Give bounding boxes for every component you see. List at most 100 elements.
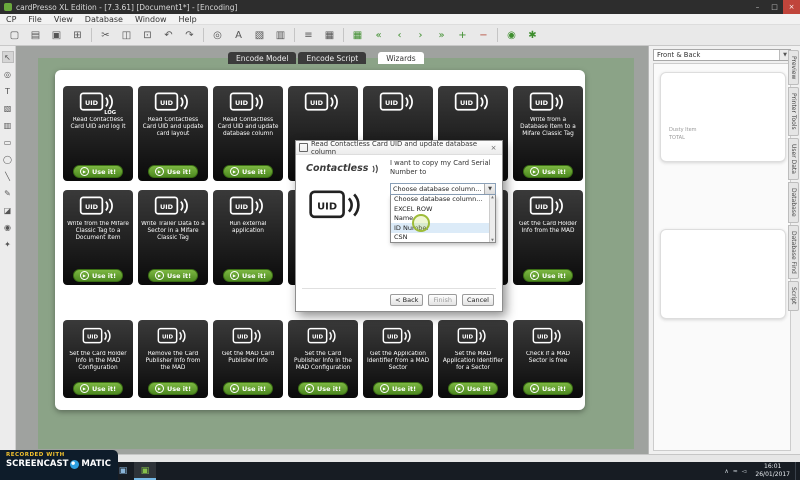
side-tab-database[interactable]: Database xyxy=(788,181,799,223)
menu-item-window[interactable]: Window xyxy=(129,15,173,24)
tray-volume-icon[interactable]: ◅ xyxy=(742,468,747,475)
side-tab-preview[interactable]: Preview xyxy=(788,50,799,86)
card-front-preview[interactable]: Dusty Item TOTAL xyxy=(660,72,786,162)
database-previous-record-icon[interactable]: ‹ xyxy=(390,26,409,45)
copy-icon[interactable]: ◫ xyxy=(117,26,136,45)
dialog-close-icon[interactable]: × xyxy=(488,144,499,152)
use-it-button[interactable]: ▶Use it! xyxy=(147,382,199,395)
pointer-tool-icon[interactable]: ↖ xyxy=(1,51,14,63)
use-it-button[interactable]: ▶Use it! xyxy=(222,269,274,282)
database-remove-record-icon[interactable]: − xyxy=(474,26,493,45)
finish-button[interactable]: Finish xyxy=(428,294,457,306)
encode-icon[interactable]: ◉ xyxy=(502,26,521,45)
database-first-record-icon[interactable]: « xyxy=(369,26,388,45)
back-button[interactable]: < Back xyxy=(390,294,424,306)
wizard-tile: UID Set the MAD Application Identifier fo… xyxy=(438,320,508,398)
rectangle-tool-icon[interactable]: ▭ xyxy=(2,136,14,148)
use-it-button[interactable]: ▶Use it! xyxy=(522,269,574,282)
main-toolbar: ▢ ▤ ▣ ⊞ ✂ ◫ ⊡ ↶ ↷ ◎ A ▧ ▥ ≡ ▦ ▦ «‹ ›» + − ◉ ✱ xyxy=(0,25,800,46)
database-add-record-icon[interactable]: + xyxy=(453,26,472,45)
side-tab-script[interactable]: Script xyxy=(788,281,799,311)
side-tab-printer-tools[interactable]: Printer Tools xyxy=(788,87,799,137)
dialog-title-bar[interactable]: Read Contactless Card UID and update dat… xyxy=(296,140,502,156)
svg-text:UID: UID xyxy=(160,203,174,211)
contactless-card-icon: UID xyxy=(378,89,418,115)
redo-icon[interactable]: ↷ xyxy=(180,26,199,45)
use-it-button[interactable]: ▶Use it! xyxy=(522,165,574,178)
show-desktop-button[interactable] xyxy=(795,462,800,480)
taskbar-clock[interactable]: 16:01 26/01/2017 xyxy=(750,462,795,480)
paste-icon[interactable]: ⊡ xyxy=(138,26,157,45)
taskbar-cardpresso-icon[interactable]: ▣ xyxy=(134,462,156,480)
use-it-button[interactable]: ▶Use it! xyxy=(447,382,499,395)
database-next-record-icon[interactable]: › xyxy=(411,26,430,45)
dropdown-option[interactable]: Choose database column... xyxy=(391,195,495,205)
menu-item-file[interactable]: File xyxy=(22,15,47,24)
tab-encode-script[interactable]: Encode Script xyxy=(298,52,367,64)
print-icon[interactable]: ⊞ xyxy=(68,26,87,45)
undo-icon[interactable]: ↶ xyxy=(159,26,178,45)
menu-item-help[interactable]: Help xyxy=(173,15,203,24)
title-bar[interactable]: cardPresso XL Edition - [7.3.61] [Docume… xyxy=(0,0,800,14)
database-last-record-icon[interactable]: » xyxy=(432,26,451,45)
align-icon[interactable]: ≡ xyxy=(299,26,318,45)
pen-tool-icon[interactable]: ✎ xyxy=(2,187,14,199)
wizard-tile: UID Get the MAD Card Publisher Info ▶ Use i… xyxy=(213,320,283,398)
text-tool-icon[interactable]: T xyxy=(2,85,14,97)
database-column-select[interactable]: Choose database column... ▼ xyxy=(390,182,496,195)
close-button[interactable]: × xyxy=(783,0,800,14)
use-it-button[interactable]: ▶Use it! xyxy=(222,165,274,178)
side-tab-database-find[interactable]: Database Find xyxy=(788,224,799,280)
dropdown-option[interactable]: EXCEL ROW xyxy=(391,204,495,214)
image-item-icon[interactable]: ▧ xyxy=(250,26,269,45)
maximize-button[interactable]: □ xyxy=(766,0,783,14)
use-it-button[interactable]: ▶Use it! xyxy=(372,382,424,395)
menu-item-view[interactable]: View xyxy=(48,15,79,24)
zoom-icon[interactable]: ◎ xyxy=(208,26,227,45)
use-it-button[interactable]: ▶Use it! xyxy=(222,382,274,395)
ellipse-tool-icon[interactable]: ◯ xyxy=(2,153,14,165)
use-it-button[interactable]: ▶Use it! xyxy=(72,165,124,178)
side-tab-user-data[interactable]: User Data xyxy=(788,138,799,180)
line-tool-icon[interactable]: ╲ xyxy=(2,170,14,182)
dropdown-option[interactable]: ID Number xyxy=(391,223,495,233)
dropdown-scrollbar[interactable]: ▲ ▼ xyxy=(489,194,495,243)
barcode-tool-icon[interactable]: ▥ xyxy=(2,119,14,131)
open-document-icon[interactable]: ▤ xyxy=(26,26,45,45)
dropdown-option[interactable]: CSN xyxy=(391,233,495,243)
use-it-button[interactable]: ▶Use it! xyxy=(147,269,199,282)
cut-icon[interactable]: ✂ xyxy=(96,26,115,45)
text-item-icon[interactable]: A xyxy=(229,26,248,45)
dropdown-option[interactable]: Name xyxy=(391,214,495,224)
database-table-icon[interactable]: ▦ xyxy=(348,26,367,45)
zoom-tool-icon[interactable]: ◎ xyxy=(2,68,14,80)
image-tool-icon[interactable]: ▧ xyxy=(2,102,14,114)
save-document-icon[interactable]: ▣ xyxy=(47,26,66,45)
card-back-preview[interactable] xyxy=(660,229,786,319)
chevron-down-icon[interactable]: ▼ xyxy=(484,183,495,194)
minimize-button[interactable]: – xyxy=(749,0,766,14)
barcode-item-icon[interactable]: ▥ xyxy=(271,26,290,45)
taskbar-time: 16:01 xyxy=(764,463,782,471)
new-document-icon[interactable]: ▢ xyxy=(5,26,24,45)
tab-encode-model[interactable]: Encode Model xyxy=(228,52,297,64)
use-it-button[interactable]: ▶Use it! xyxy=(297,382,349,395)
contactless-card-icon: UID xyxy=(303,323,343,349)
contactless-card-icon: UID xyxy=(228,89,268,115)
card-side-select[interactable]: Front & Back ▼ xyxy=(653,49,791,61)
settings-tool-icon[interactable]: ✦ xyxy=(2,238,14,250)
menu-item-database[interactable]: Database xyxy=(79,15,129,24)
eraser-tool-icon[interactable]: ◪ xyxy=(2,204,14,216)
tray-hidden-icons-icon[interactable]: ∧ xyxy=(724,468,728,475)
encode-tool-icon[interactable]: ◉ xyxy=(2,221,14,233)
wizard-icon[interactable]: ✱ xyxy=(523,26,542,45)
use-it-button[interactable]: ▶Use it! xyxy=(72,269,124,282)
grid-icon[interactable]: ▦ xyxy=(320,26,339,45)
use-it-button[interactable]: ▶Use it! xyxy=(147,165,199,178)
menu-item-cp[interactable]: CP xyxy=(0,15,22,24)
cancel-button[interactable]: Cancel xyxy=(461,294,494,306)
use-it-button[interactable]: ▶Use it! xyxy=(72,382,124,395)
tab-wizards[interactable]: Wizards xyxy=(378,52,424,64)
tray-network-icon[interactable]: ≈ xyxy=(733,468,738,475)
use-it-button[interactable]: ▶Use it! xyxy=(522,382,574,395)
